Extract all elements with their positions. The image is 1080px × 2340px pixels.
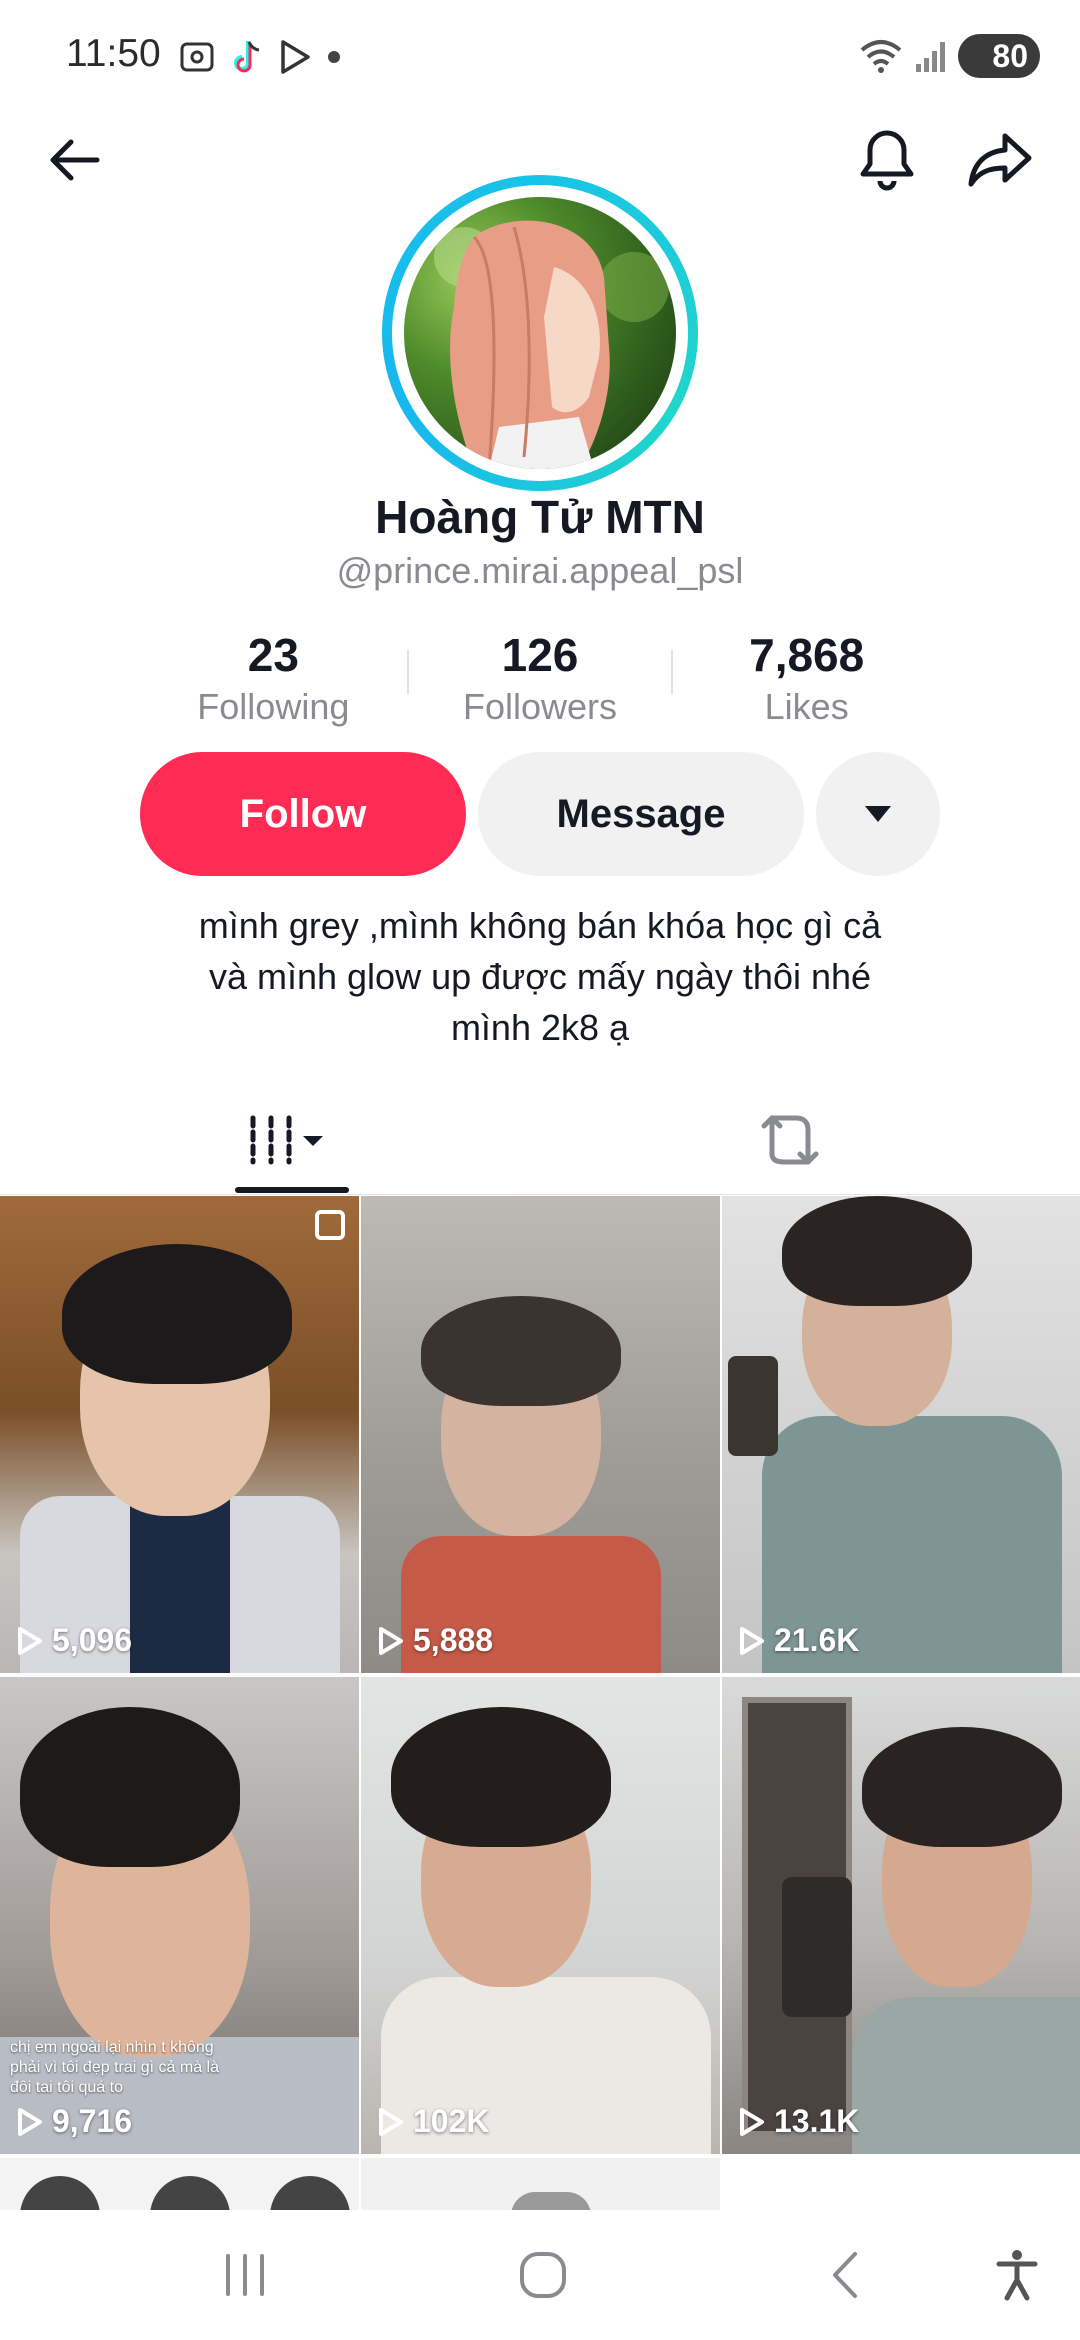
video-tile[interactable]: 102K xyxy=(361,1677,720,2154)
view-count: 21.6K xyxy=(738,1622,859,1659)
video-tile[interactable] xyxy=(361,2158,720,2210)
profile-stats: 23 Following 126 Followers 7,868 Likes xyxy=(140,628,940,728)
screenshot-icon xyxy=(180,42,214,72)
stat-label: Followers xyxy=(462,686,618,727)
video-tile[interactable]: chị em ngoài lại nhìn t không phải vì tô… xyxy=(0,1677,359,2154)
notification-button[interactable] xyxy=(842,115,932,205)
stat-likes[interactable]: 7,868 Likes xyxy=(673,628,940,728)
bio-line: mình 2k8 ạ xyxy=(450,1007,630,1048)
play-icon xyxy=(18,1626,42,1655)
grid-icon xyxy=(250,1115,323,1165)
play-icon xyxy=(740,2107,764,2136)
avatar[interactable] xyxy=(382,175,698,491)
play-store-icon xyxy=(281,40,310,74)
stat-following[interactable]: 23 Following xyxy=(140,628,407,728)
accessibility-button[interactable] xyxy=(972,2230,1062,2320)
view-count-text: 5,888 xyxy=(413,1622,494,1658)
tab-videos[interactable] xyxy=(180,1085,400,1195)
system-back-button[interactable] xyxy=(800,2230,890,2320)
status-time: 11:50 xyxy=(66,32,161,75)
status-bar: 11:50 80 xyxy=(0,0,1080,110)
accessibility-icon xyxy=(996,2250,1038,2301)
video-tile[interactable]: 21.6K xyxy=(722,1196,1080,1673)
stat-value: 23 xyxy=(247,629,299,681)
view-count-text: 5,096 xyxy=(52,1622,133,1658)
stat-value: 7,868 xyxy=(749,629,865,681)
play-icon xyxy=(379,2107,403,2136)
content-tabs xyxy=(0,1085,1080,1195)
video-tile[interactable]: 5,096 xyxy=(0,1196,359,1673)
tiktok-icon xyxy=(234,41,260,73)
repost-icon xyxy=(761,1115,819,1165)
phone-image xyxy=(728,1356,778,1456)
dot-icon xyxy=(328,51,340,63)
stat-label: Likes xyxy=(764,686,849,727)
view-count: 102K xyxy=(377,2103,490,2140)
view-count: 5,096 xyxy=(16,1622,132,1659)
video-tile[interactable] xyxy=(0,2158,359,2210)
back-button[interactable] xyxy=(30,115,120,205)
battery-indicator: 80 xyxy=(958,34,1040,78)
home-icon xyxy=(520,2252,566,2298)
message-button[interactable]: Message xyxy=(478,752,804,876)
system-icons: 80 xyxy=(858,34,1040,78)
profile-name: Hoàng Tử MTN xyxy=(375,491,705,543)
share-arrow-icon xyxy=(968,133,1032,187)
stat-followers[interactable]: 126 Followers xyxy=(406,628,674,728)
bio-line: mình grey ,mình không bán khóa học gì cả xyxy=(198,905,882,946)
tab-reposts[interactable] xyxy=(680,1085,900,1195)
view-count: 5,888 xyxy=(377,1622,493,1659)
bell-icon xyxy=(860,130,914,191)
system-nav-bar xyxy=(0,2210,1080,2340)
multi-photo-icon xyxy=(315,1210,345,1240)
recent-apps-icon xyxy=(226,2254,264,2296)
bio-line: và mình glow up được mấy ngày thôi nhé xyxy=(208,956,872,997)
video-caption: chị em ngoài lại nhìn t không phải vì tô… xyxy=(10,2039,219,2096)
view-count-text: 102K xyxy=(413,2103,490,2139)
play-icon xyxy=(379,1626,403,1655)
phone-image xyxy=(782,1877,852,2017)
signal-icon xyxy=(916,42,945,72)
follow-button[interactable]: Follow xyxy=(140,752,466,876)
profile-bio: mình grey ,mình không bán khóa học gì cả… xyxy=(100,900,980,1053)
notification-icons xyxy=(178,38,342,76)
stat-label: Following xyxy=(197,686,350,727)
chevron-left-icon xyxy=(833,2252,857,2298)
video-tile[interactable]: 5,888 xyxy=(361,1196,720,1673)
profile-handle: @prince.mirai.appeal_psl xyxy=(336,550,744,591)
battery-level: 80 xyxy=(992,37,1028,74)
view-count-text: 21.6K xyxy=(774,1622,860,1658)
view-count: 13.1K xyxy=(738,2103,859,2140)
play-icon xyxy=(740,1626,764,1655)
active-tab-indicator xyxy=(235,1187,349,1193)
more-options-button[interactable] xyxy=(816,752,940,876)
view-count-text: 9,716 xyxy=(52,2103,133,2139)
view-count-text: 13.1K xyxy=(774,2103,860,2139)
share-button[interactable] xyxy=(955,115,1045,205)
avatar-image xyxy=(404,197,676,469)
back-arrow-icon xyxy=(50,139,100,181)
play-icon xyxy=(18,2107,42,2136)
stat-value: 126 xyxy=(501,629,579,681)
wifi-icon xyxy=(860,40,902,73)
caret-down-icon xyxy=(865,806,891,822)
recent-apps-button[interactable] xyxy=(200,2230,290,2320)
video-tile[interactable]: 13.1K xyxy=(722,1677,1080,2154)
view-count: 9,716 xyxy=(16,2103,132,2140)
home-button[interactable] xyxy=(498,2230,588,2320)
stat-divider xyxy=(406,650,409,694)
